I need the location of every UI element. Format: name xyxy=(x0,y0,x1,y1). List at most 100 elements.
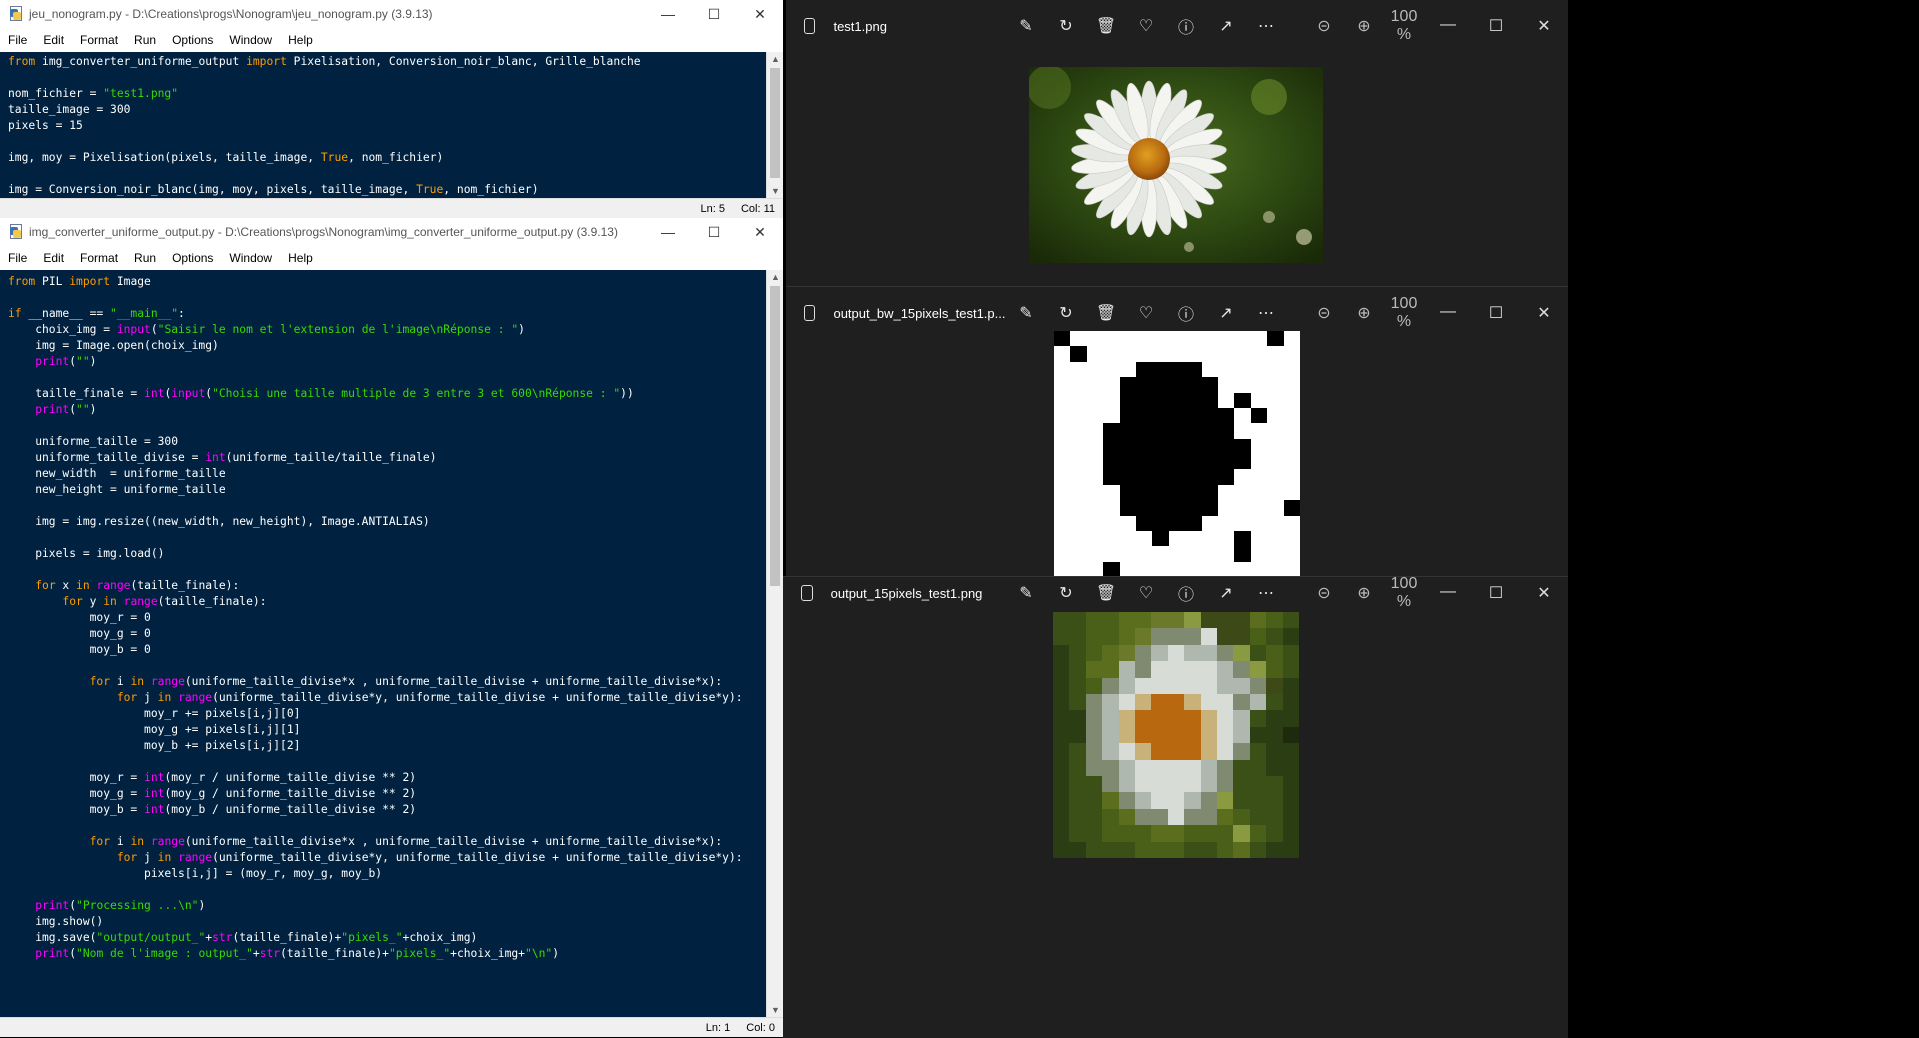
maximize-icon[interactable]: ☐ xyxy=(691,0,737,28)
code-line[interactable]: pixels[i,j] = (moy_r, moy_g, moy_b) xyxy=(8,866,766,882)
menu-help[interactable]: Help xyxy=(280,33,321,47)
menu-edit[interactable]: Edit xyxy=(35,33,72,47)
code-line[interactable] xyxy=(8,562,766,578)
edit-image-icon[interactable]: ✎ xyxy=(1006,583,1046,603)
menu-edit[interactable]: Edit xyxy=(35,251,72,265)
code-line[interactable] xyxy=(8,370,766,386)
idle-titlebar-2[interactable]: img_converter_uniforme_output.py - D:\Cr… xyxy=(0,218,783,246)
code-line[interactable]: new_height = uniforme_taille xyxy=(8,482,766,498)
minimize-icon[interactable]: — xyxy=(645,218,691,246)
code-line[interactable] xyxy=(8,658,766,674)
rotate-icon[interactable]: ↻ xyxy=(1046,303,1086,323)
info-icon[interactable]: ⓘ xyxy=(1166,301,1206,325)
info-icon[interactable]: ⓘ xyxy=(1166,581,1206,605)
favorite-icon[interactable]: ♡ xyxy=(1126,583,1166,603)
code-line[interactable]: img, moy = Pixelisation(pixels, taille_i… xyxy=(8,150,766,166)
menu-run[interactable]: Run xyxy=(126,251,164,265)
scroll-down-icon[interactable]: ▼ xyxy=(767,1003,783,1017)
close-icon[interactable]: ✕ xyxy=(1520,303,1568,323)
more-options-icon[interactable]: ⋯ xyxy=(1246,583,1286,603)
code-line[interactable]: moy_r += pixels[i,j][0] xyxy=(8,706,766,722)
delete-icon[interactable]: 🗑 xyxy=(1086,303,1126,323)
code-line[interactable]: uniforme_taille = 300 xyxy=(8,434,766,450)
code-line[interactable]: pixels = 15 xyxy=(8,118,766,134)
code-line[interactable]: moy_b = 0 xyxy=(8,642,766,658)
code-line[interactable]: moy_g = 0 xyxy=(8,626,766,642)
favorite-icon[interactable]: ♡ xyxy=(1126,16,1166,36)
code-line[interactable] xyxy=(8,498,766,514)
menu-file[interactable]: File xyxy=(0,33,35,47)
code-line[interactable]: img.show() xyxy=(8,914,766,930)
code-line[interactable]: moy_g += pixels[i,j][1] xyxy=(8,722,766,738)
zoom-out-icon[interactable]: ⊝ xyxy=(1304,303,1344,323)
share-icon[interactable]: ↗ xyxy=(1206,303,1246,323)
code-line[interactable]: moy_b += pixels[i,j][2] xyxy=(8,738,766,754)
code-line[interactable]: img = Conversion_noir_blanc(img, moy, pi… xyxy=(8,182,766,198)
code-line[interactable]: for j in range(uniforme_taille_divise*y,… xyxy=(8,690,766,706)
code-line[interactable]: if __name__ == "__main__": xyxy=(8,306,766,322)
close-icon[interactable]: ✕ xyxy=(1520,583,1568,603)
code-editor[interactable]: from img_converter_uniforme_output impor… xyxy=(0,52,766,198)
vertical-scrollbar[interactable]: ▲ ▼ xyxy=(766,52,783,198)
scroll-down-icon[interactable]: ▼ xyxy=(767,184,783,198)
zoom-in-icon[interactable]: ⊕ xyxy=(1344,16,1384,36)
more-options-icon[interactable]: ⋯ xyxy=(1246,303,1286,323)
zoom-out-icon[interactable]: ⊝ xyxy=(1304,16,1344,36)
maximize-icon[interactable]: ☐ xyxy=(1472,303,1520,323)
menu-options[interactable]: Options xyxy=(164,251,221,265)
code-line[interactable]: moy_g = int(moy_g / uniforme_taille_divi… xyxy=(8,786,766,802)
menu-format[interactable]: Format xyxy=(72,33,126,47)
menu-help[interactable]: Help xyxy=(280,251,321,265)
code-line[interactable]: print("") xyxy=(8,354,766,370)
code-line[interactable] xyxy=(8,754,766,770)
minimize-icon[interactable]: — xyxy=(1424,303,1472,323)
more-options-icon[interactable]: ⋯ xyxy=(1246,16,1286,36)
menu-run[interactable]: Run xyxy=(126,33,164,47)
code-line[interactable] xyxy=(8,418,766,434)
zoom-in-icon[interactable]: ⊕ xyxy=(1344,303,1384,323)
code-line[interactable]: print("Processing ...\n") xyxy=(8,898,766,914)
code-line[interactable] xyxy=(8,882,766,898)
close-icon[interactable]: ✕ xyxy=(737,0,783,28)
code-editor[interactable]: from PIL import Image if __name__ == "__m… xyxy=(0,270,766,1017)
code-line[interactable]: for i in range(uniforme_taille_divise*x … xyxy=(8,834,766,850)
idle-titlebar-1[interactable]: jeu_nonogram.py - D:\Creations\progs\Non… xyxy=(0,0,783,28)
code-line[interactable]: for x in range(taille_finale): xyxy=(8,578,766,594)
menu-file[interactable]: File xyxy=(0,251,35,265)
code-line[interactable] xyxy=(8,166,766,182)
code-line[interactable] xyxy=(8,530,766,546)
code-line[interactable]: img = Image.open(choix_img) xyxy=(8,338,766,354)
menu-options[interactable]: Options xyxy=(164,33,221,47)
menu-window[interactable]: Window xyxy=(221,33,280,47)
code-line[interactable]: uniforme_taille_divise = int(uniforme_ta… xyxy=(8,450,766,466)
share-icon[interactable]: ↗ xyxy=(1206,16,1246,36)
scroll-up-icon[interactable]: ▲ xyxy=(767,270,783,284)
rotate-icon[interactable]: ↻ xyxy=(1046,16,1086,36)
vertical-scrollbar[interactable]: ▲ ▼ xyxy=(766,270,783,1017)
edit-image-icon[interactable]: ✎ xyxy=(1006,303,1046,323)
code-line[interactable]: img = img.resize((new_width, new_height)… xyxy=(8,514,766,530)
code-line[interactable]: img.save("output/output_"+str(taille_fin… xyxy=(8,930,766,946)
edit-image-icon[interactable]: ✎ xyxy=(1006,16,1046,36)
code-line[interactable] xyxy=(8,290,766,306)
code-line[interactable]: new_width = uniforme_taille xyxy=(8,466,766,482)
favorite-icon[interactable]: ♡ xyxy=(1126,303,1166,323)
code-line[interactable]: moy_r = int(moy_r / uniforme_taille_divi… xyxy=(8,770,766,786)
maximize-icon[interactable]: ☐ xyxy=(691,218,737,246)
code-line[interactable]: taille_finale = int(input("Choisi une ta… xyxy=(8,386,766,402)
rotate-icon[interactable]: ↻ xyxy=(1046,583,1086,603)
scroll-thumb[interactable] xyxy=(770,68,780,178)
code-line[interactable]: pixels = img.load() xyxy=(8,546,766,562)
code-line[interactable]: print("Nom de l'image : output_"+str(tai… xyxy=(8,946,766,962)
code-line[interactable]: print("") xyxy=(8,402,766,418)
code-line[interactable]: for j in range(uniforme_taille_divise*y,… xyxy=(8,850,766,866)
minimize-icon[interactable]: — xyxy=(645,0,691,28)
menu-window[interactable]: Window xyxy=(221,251,280,265)
zoom-out-icon[interactable]: ⊝ xyxy=(1304,583,1344,603)
code-line[interactable]: moy_r = 0 xyxy=(8,610,766,626)
maximize-icon[interactable]: ☐ xyxy=(1472,16,1520,36)
code-line[interactable]: from img_converter_uniforme_output impor… xyxy=(8,54,766,70)
code-line[interactable]: from PIL import Image xyxy=(8,274,766,290)
maximize-icon[interactable]: ☐ xyxy=(1472,583,1520,603)
code-line[interactable]: for i in range(uniforme_taille_divise*x … xyxy=(8,674,766,690)
